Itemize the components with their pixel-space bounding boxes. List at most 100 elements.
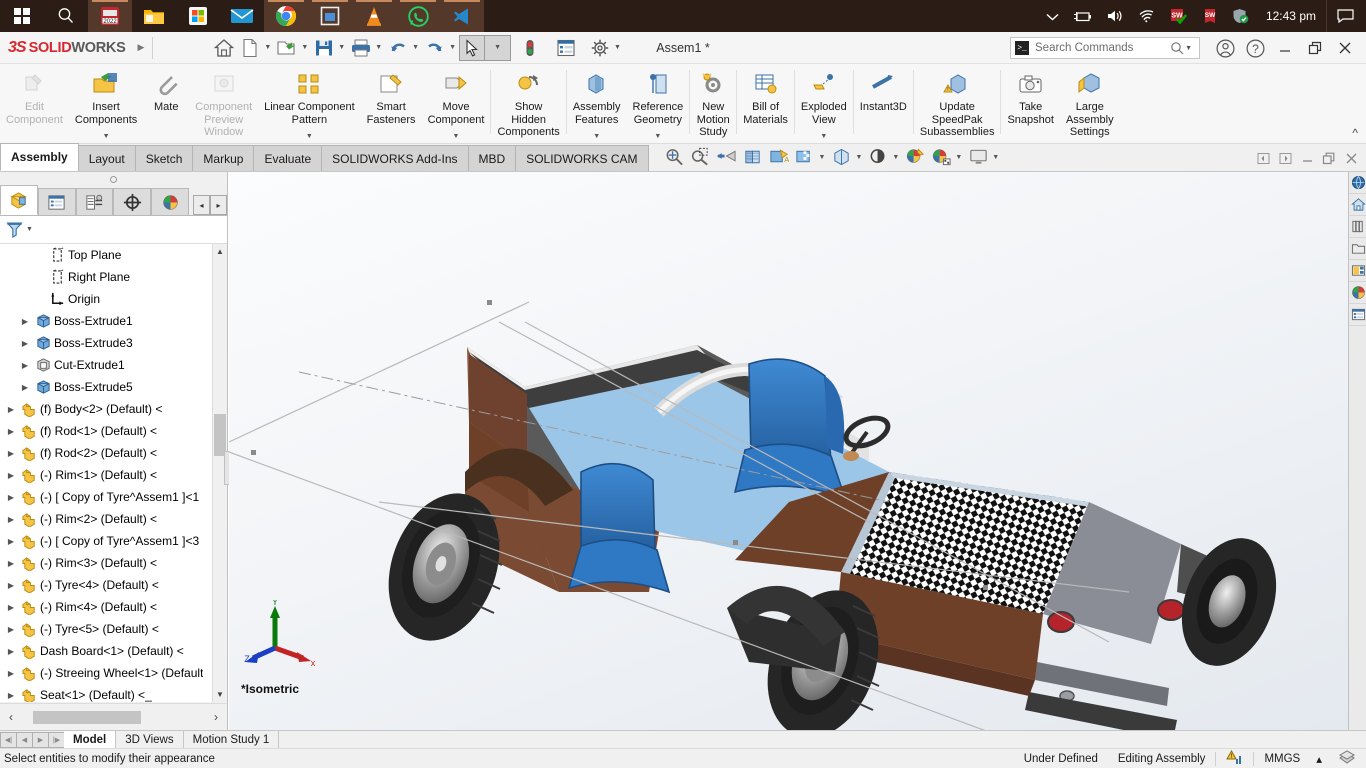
ribbon-dropdown-reference-geometry[interactable]: ▼ [654,133,661,140]
tree-expand-toggle[interactable]: ▶ [4,515,18,524]
undo-button[interactable] [385,35,411,61]
doc-close-button[interactable] [1340,148,1362,168]
microsoft-store-app[interactable] [176,0,220,32]
search-input[interactable]: Search Commands [1029,42,1170,54]
whatsapp-app[interactable] [396,0,440,32]
ribbon-reference-geometry[interactable]: Reference Geometry ▼ [627,64,690,144]
tree-expand-toggle[interactable]: ▶ [4,427,18,436]
ribbon-show-hidden-components[interactable]: Show Hidden Components [491,64,565,144]
view-orientation-button[interactable]: A [766,145,792,169]
open-document-button[interactable] [274,35,300,61]
hide-show-items-button[interactable] [828,145,854,169]
hscroll-track[interactable] [21,710,206,724]
dimxpert-manager-tab[interactable] [113,188,152,215]
ribbon-dropdown-linear-component-pattern[interactable]: ▼ [306,133,313,140]
scroll-thumb[interactable] [214,414,226,456]
vlc-app[interactable] [352,0,396,32]
close-button[interactable] [1330,32,1360,64]
custom-properties-button[interactable] [1349,282,1366,304]
next-tab-button[interactable]: ▶ [32,731,49,748]
print-dropdown-icon[interactable]: ▼ [375,44,382,51]
tree-item[interactable]: ▶ Boss-Extrude1 [0,310,226,332]
ribbon-update-speedpak-subassemblies[interactable]: ! Update SpeedPak Subassemblies [914,64,1001,144]
tree-item[interactable]: ▶ (-) Rim<3> (Default) < [0,552,226,574]
tree-item[interactable]: ▶ (-) Tyre<4> (Default) < [0,574,226,596]
overlay-button[interactable] [1328,750,1366,767]
tree-item[interactable]: ▶ Boss-Extrude5 [0,376,226,398]
ribbon-move-component[interactable]: Move Component ▼ [422,64,491,144]
settings-dropdown-icon[interactable]: ▼ [614,44,621,51]
ribbon-smart-fasteners[interactable]: Smart Fasteners [361,64,422,144]
scroll-down-button[interactable]: ▼ [213,687,227,702]
undo-dropdown-icon[interactable]: ▼ [412,44,419,51]
tree-expand-toggle[interactable]: ▶ [4,669,18,678]
select-tool-button[interactable] [459,34,486,61]
tree-item[interactable]: ▶ (-) Rim<2> (Default) < [0,508,226,530]
units-dropdown-icon[interactable]: ▴ [1310,752,1328,766]
tree-item[interactable]: ▶ (-) [ Copy of Tyre^Assem1 ]<1 [0,486,226,508]
tree-expand-toggle[interactable]: ▶ [18,317,32,326]
tree-expand-toggle[interactable]: ▶ [4,471,18,480]
save-dropdown-icon[interactable]: ▼ [338,44,345,51]
view-settings-button[interactable] [928,145,954,169]
ribbon-take-snapshot[interactable]: Take Snapshot [1001,64,1059,144]
tile-left-button[interactable] [1252,148,1274,168]
doc-minimize-button[interactable] [1296,148,1318,168]
tree-item[interactable]: ▶ Boss-Extrude3 [0,332,226,354]
panel-tab-scroll-left[interactable]: ◂ [192,195,210,215]
tree-item[interactable]: ▶ (f) Body<2> (Default) < [0,398,226,420]
ribbon-dropdown-insert-components[interactable]: ▼ [103,133,110,140]
filter-dropdown-icon[interactable]: ▼ [26,226,33,233]
minimize-button[interactable] [1270,32,1300,64]
feature-tree[interactable]: Top Plane Right Plane Origin ▶ Boss-Extrude1… [0,244,227,702]
tree-item[interactable]: ▶ (f) Rod<1> (Default) < [0,420,226,442]
doc-restore-button[interactable] [1318,148,1340,168]
select-tool-dropdown[interactable]: ▼ [485,34,512,61]
show-hidden-icons-button[interactable] [1039,0,1066,32]
panel-pin-handle[interactable] [0,172,227,186]
account-button[interactable] [1210,32,1240,64]
first-tab-button[interactable]: ◀| [0,731,17,748]
tree-expand-toggle[interactable]: ▶ [4,691,18,700]
volume-button[interactable] [1099,0,1131,32]
ribbon-mate[interactable]: Mate [143,64,189,144]
rebuild-button[interactable] [517,35,543,61]
search-icon[interactable] [1170,41,1184,55]
tree-expand-toggle[interactable]: ▶ [18,361,32,370]
calendar-2022-app[interactable]: 2022 [88,0,132,32]
ribbon-collapse-button[interactable]: ^ [1352,126,1358,140]
tree-expand-toggle[interactable]: ▶ [4,603,18,612]
tree-item[interactable]: ▶ (-) Tyre<5> (Default) < [0,618,226,640]
ribbon-instant3d[interactable]: Instant3D [854,64,913,144]
file-explorer-button[interactable] [1349,216,1366,238]
tab-solidworks-addins[interactable]: SOLIDWORKS Add-Ins [321,145,469,171]
security-button[interactable] [1225,0,1256,32]
doc-tab-motion-study[interactable]: Motion Study 1 [184,730,280,749]
solidworks-forum-button[interactable] [1349,304,1366,326]
tree-expand-toggle[interactable]: ▶ [4,581,18,590]
tree-filter-bar[interactable]: ▼ [0,216,227,244]
tree-expand-toggle[interactable]: ▶ [4,405,18,414]
save-button[interactable] [311,35,337,61]
last-tab-button[interactable]: |▶ [48,731,65,748]
ribbon-exploded-view[interactable]: Exploded View ▼ [795,64,853,144]
doc-tab-3d-views[interactable]: 3D Views [116,730,184,749]
tab-assembly[interactable]: Assembly [0,143,79,171]
viewport-button[interactable] [965,145,991,169]
ribbon-dropdown-exploded-view[interactable]: ▼ [820,133,827,140]
restore-button[interactable] [1300,32,1330,64]
solidworks-logo[interactable]: 3S SOLID WORKS [0,39,126,57]
solidworks-tray-icon[interactable]: SW [1195,0,1225,32]
tree-item[interactable]: ▶ (-) Rim<4> (Default) < [0,596,226,618]
search-button[interactable] [44,0,88,32]
scroll-up-button[interactable]: ▲ [213,244,227,259]
search-commands-box[interactable]: >_ Search Commands ▼ [1010,37,1200,59]
tree-expand-toggle[interactable]: ▶ [18,339,32,348]
zoom-to-area-button[interactable] [688,145,714,169]
ribbon-new-motion-study[interactable]: New Motion Study [690,64,736,144]
help-button[interactable]: ? [1240,32,1270,64]
chrome-app[interactable] [264,0,308,32]
tree-item[interactable]: ▶ Seat<1> (Default) <_ [0,684,226,702]
display-style-button[interactable] [792,145,818,169]
zoom-to-fit-button[interactable] [662,145,688,169]
